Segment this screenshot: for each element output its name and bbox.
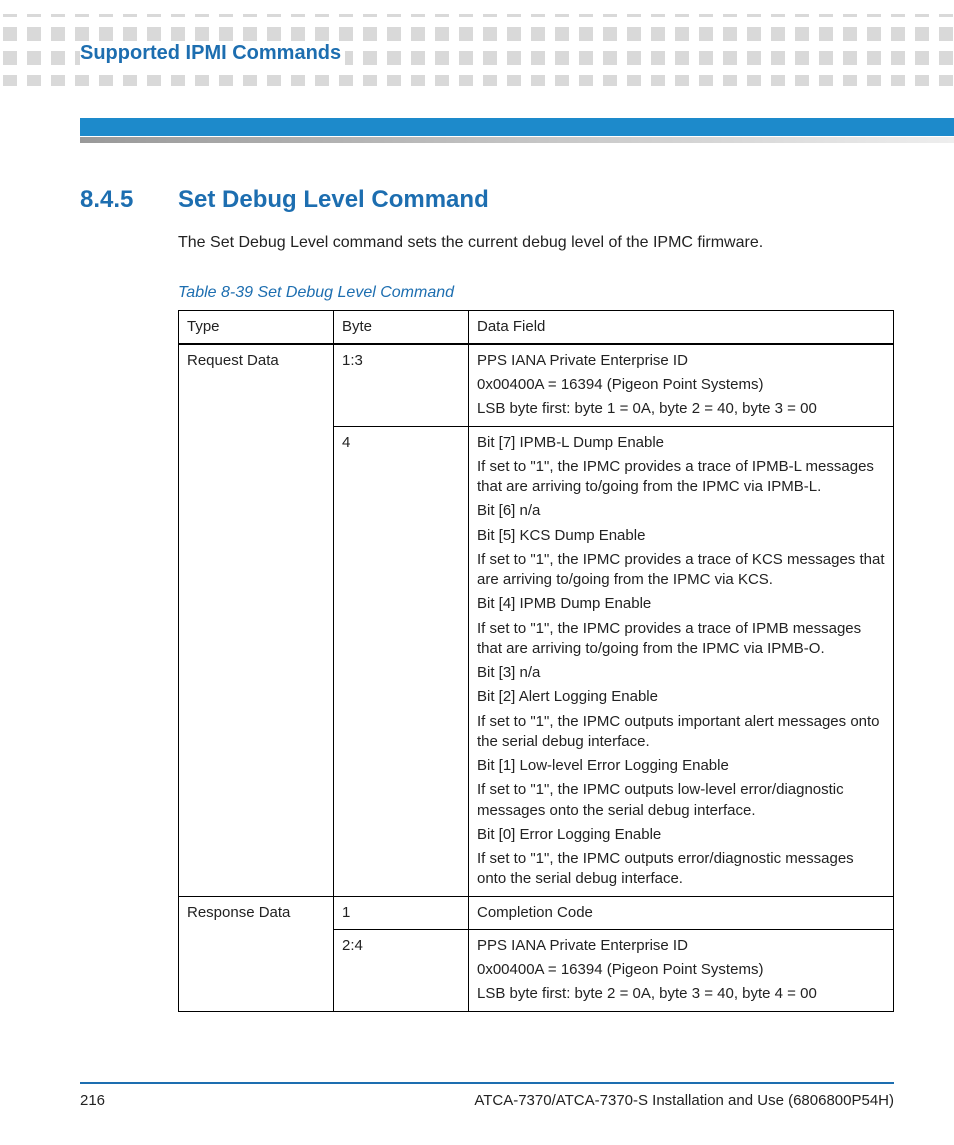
table-row: Request Data1:3PPS IANA Private Enterpri… xyxy=(179,344,894,426)
doc-title: ATCA-7370/ATCA-7370-S Installation and U… xyxy=(474,1092,894,1109)
data-line: If set to "1", the IPMC outputs importan… xyxy=(477,712,885,753)
main-content: 8.4.5 Set Debug Level Command The Set De… xyxy=(80,186,894,1012)
data-line: 0x00400A = 16394 (Pigeon Point Systems) xyxy=(477,375,885,395)
data-line: Bit [0] Error Logging Enable xyxy=(477,825,885,845)
data-line: Bit [7] IPMB-L Dump Enable xyxy=(477,433,885,453)
section-title: Set Debug Level Command xyxy=(178,186,489,214)
data-line: PPS IANA Private Enterprise ID xyxy=(477,936,885,956)
table-header-row: Type Byte Data Field xyxy=(179,310,894,344)
cell-data: Bit [7] IPMB-L Dump Enable If set to "1",… xyxy=(469,426,894,896)
cell-data: Completion Code xyxy=(469,896,894,929)
data-line: LSB byte first: byte 1 = 0A, byte 2 = 40… xyxy=(477,399,885,419)
page-number: 216 xyxy=(80,1092,105,1109)
header-gray-gradient xyxy=(80,137,954,143)
cell-data: PPS IANA Private Enterprise ID 0x00400A =… xyxy=(469,344,894,426)
cell-type: Request Data xyxy=(179,344,334,896)
data-line: PPS IANA Private Enterprise ID xyxy=(477,351,885,371)
page-footer: 216 ATCA-7370/ATCA-7370-S Installation a… xyxy=(80,1082,894,1109)
data-line: LSB byte first: byte 2 = 0A, byte 3 = 40… xyxy=(477,984,885,1004)
data-line: Bit [2] Alert Logging Enable xyxy=(477,687,885,707)
cell-type: Response Data xyxy=(179,896,334,1011)
table-row: Response Data1Completion Code xyxy=(179,896,894,929)
data-line: 0x00400A = 16394 (Pigeon Point Systems) xyxy=(477,960,885,980)
data-line: Bit [3] n/a xyxy=(477,663,885,683)
cell-byte: 1:3 xyxy=(334,344,469,426)
data-line: If set to "1", the IPMC provides a trace… xyxy=(477,619,885,660)
cell-byte: 4 xyxy=(334,426,469,896)
data-line: If set to "1", the IPMC provides a trace… xyxy=(477,550,885,591)
data-line: Bit [5] KCS Dump Enable xyxy=(477,526,885,546)
data-line: If set to "1", the IPMC outputs error/di… xyxy=(477,849,885,890)
section-heading: 8.4.5 Set Debug Level Command xyxy=(80,186,894,214)
table-caption: Table 8-39 Set Debug Level Command xyxy=(178,284,894,302)
command-table: Type Byte Data Field Request Data1:3PPS … xyxy=(178,310,894,1012)
header-blue-bar xyxy=(80,118,954,136)
th-byte: Byte xyxy=(334,310,469,344)
section-number: 8.4.5 xyxy=(80,186,142,214)
data-line: Bit [4] IPMB Dump Enable xyxy=(477,594,885,614)
th-data: Data Field xyxy=(469,310,894,344)
cell-byte: 2:4 xyxy=(334,929,469,1011)
data-line: Bit [1] Low-level Error Logging Enable xyxy=(477,756,885,776)
data-line: If set to "1", the IPMC outputs low-leve… xyxy=(477,780,885,821)
data-line: Completion Code xyxy=(477,903,885,923)
th-type: Type xyxy=(179,310,334,344)
cell-data: PPS IANA Private Enterprise ID 0x00400A =… xyxy=(469,929,894,1011)
data-line: Bit [6] n/a xyxy=(477,501,885,521)
chapter-title: Supported IPMI Commands xyxy=(80,42,345,65)
cell-byte: 1 xyxy=(334,896,469,929)
section-intro: The Set Debug Level command sets the cur… xyxy=(178,232,894,254)
data-line: If set to "1", the IPMC provides a trace… xyxy=(477,457,885,498)
